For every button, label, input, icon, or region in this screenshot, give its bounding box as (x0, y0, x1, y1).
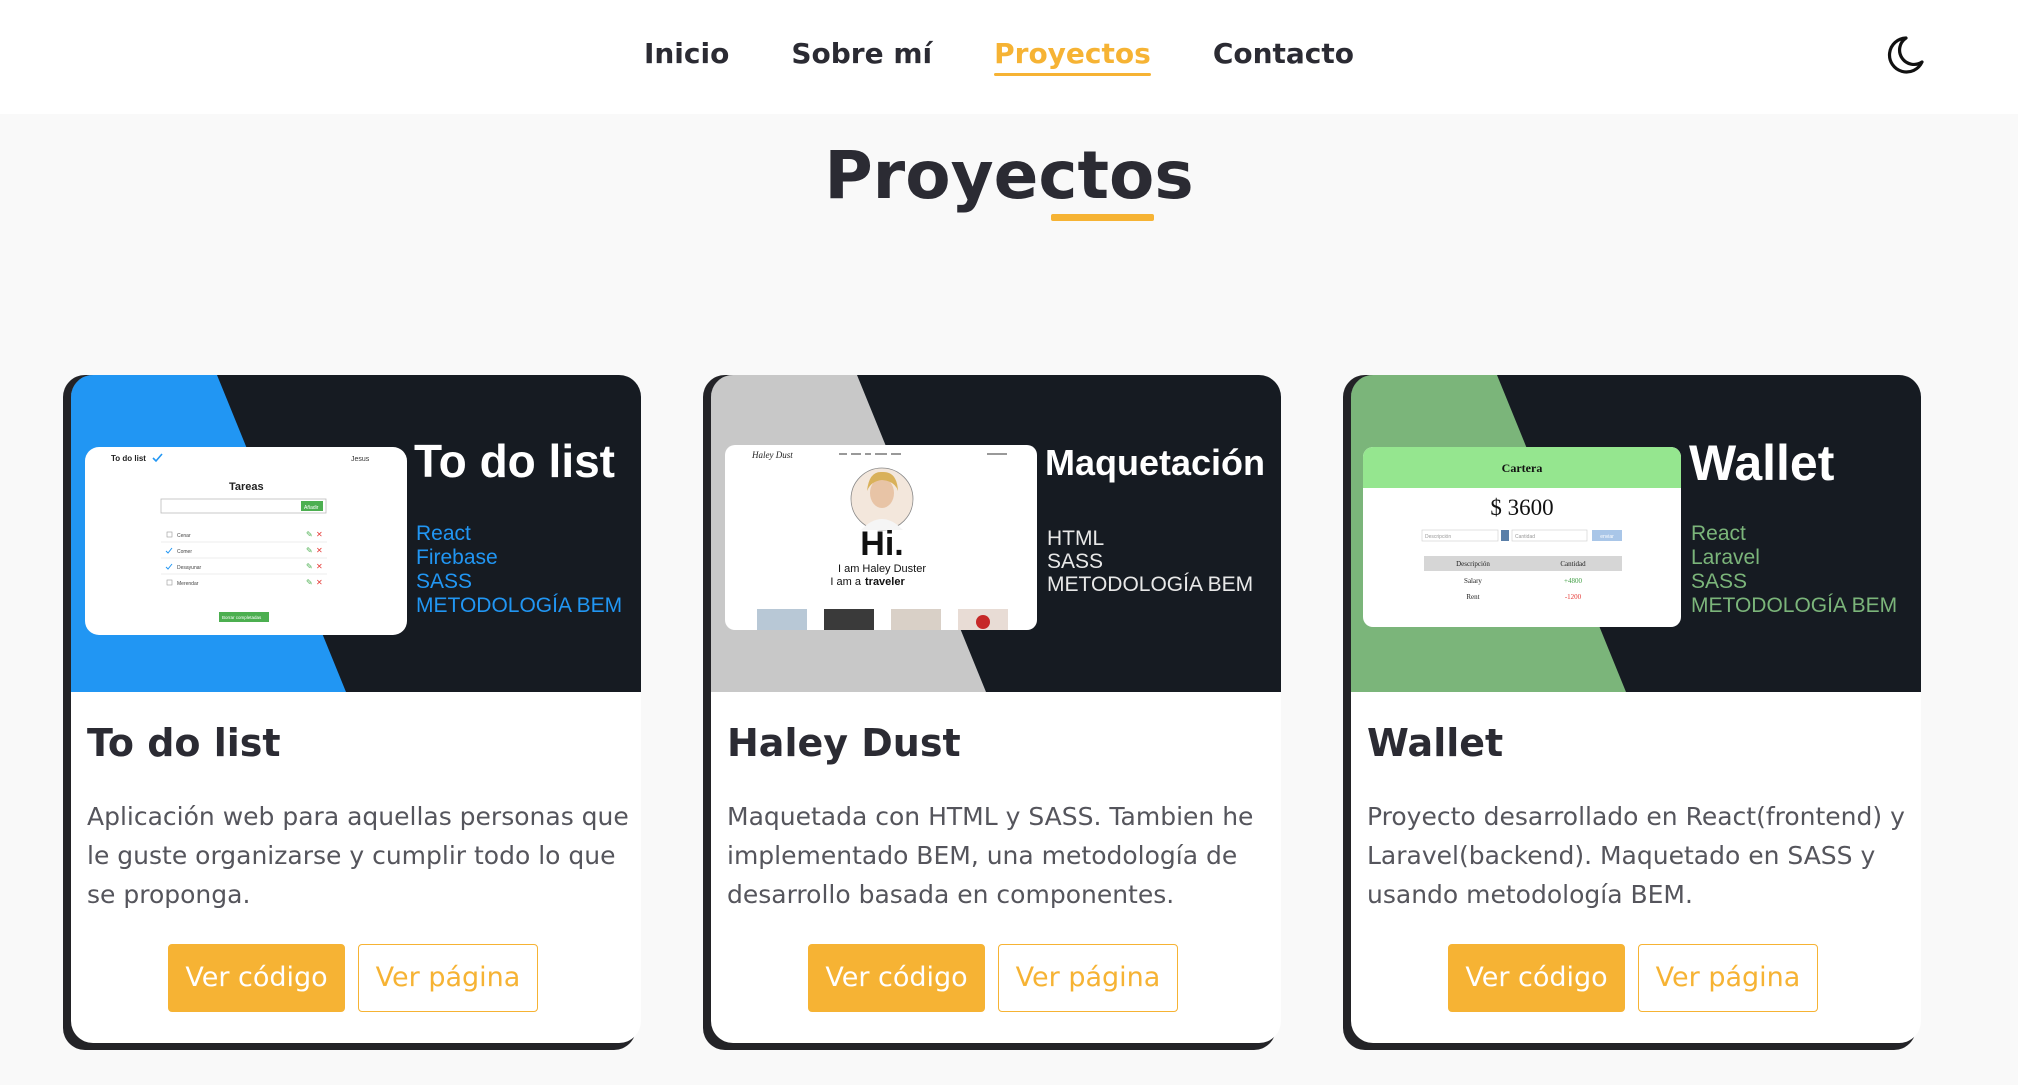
svg-text:✎: ✎ (306, 578, 313, 587)
svg-text:enviar: enviar (1600, 534, 1614, 540)
svg-text:METODOLOGÍA BEM: METODOLOGÍA BEM (1691, 594, 1897, 617)
svg-text:Descripción: Descripción (1425, 534, 1451, 540)
nav-link-sobre-mi[interactable]: Sobre mí (791, 34, 932, 74)
svg-text:METODOLOGÍA BEM: METODOLOGÍA BEM (416, 594, 622, 617)
svg-text:✕: ✕ (316, 530, 323, 539)
card-title: To do list (87, 721, 281, 765)
svg-text:Hi.: Hi. (860, 525, 903, 563)
svg-text:-1200: -1200 (1565, 593, 1582, 601)
svg-text:+4800: +4800 (1564, 577, 1582, 585)
project-card-todo: To do list Jesus Tareas Añadir Cenar ✎ ✕ … (71, 375, 641, 1043)
svg-text:SASS: SASS (416, 570, 472, 593)
thumbnail-heading: Wallet (1689, 435, 1835, 491)
svg-text:Comer: Comer (177, 549, 192, 555)
svg-text:Firebase: Firebase (416, 546, 498, 569)
svg-text:Cartera: Cartera (1502, 461, 1543, 475)
nav-link-contacto[interactable]: Contacto (1213, 34, 1354, 74)
project-thumbnail: Cartera $ 3600 Descripción Cantidad envi… (1351, 375, 1921, 692)
svg-text:HTML: HTML (1047, 527, 1104, 550)
svg-text:Tareas: Tareas (229, 481, 264, 493)
svg-text:✕: ✕ (316, 578, 323, 587)
svg-text:React: React (416, 522, 471, 545)
project-thumbnail: To do list Jesus Tareas Añadir Cenar ✎ ✕ … (71, 375, 641, 692)
svg-text:Salary: Salary (1464, 577, 1482, 585)
wallet-app-mockup: Cartera $ 3600 Descripción Cantidad envi… (1363, 447, 1681, 627)
svg-text:✎: ✎ (306, 546, 313, 555)
view-page-button[interactable]: Ver página (998, 944, 1178, 1012)
card-title: Haley Dust (727, 721, 961, 765)
svg-text:SASS: SASS (1047, 550, 1103, 573)
card-description: Maquetada con HTML y SASS. Tambien he im… (727, 802, 1254, 909)
svg-text:✎: ✎ (306, 562, 313, 571)
svg-text:Laravel: Laravel (1691, 546, 1760, 569)
card-title: Wallet (1367, 721, 1504, 765)
view-code-button[interactable]: Ver código (808, 944, 985, 1012)
section-title: Proyectos (824, 137, 1194, 214)
svg-text:$ 3600: $ 3600 (1490, 495, 1553, 520)
project-card-wallet: Cartera $ 3600 Descripción Cantidad envi… (1351, 375, 1921, 1043)
view-page-button[interactable]: Ver página (1638, 944, 1818, 1012)
thumbnail-heading: Maquetación (1045, 442, 1265, 483)
svg-text:React: React (1691, 522, 1746, 545)
todo-app-mockup: To do list Jesus Tareas Añadir Cenar ✎ ✕ … (85, 447, 407, 635)
svg-text:SASS: SASS (1691, 570, 1747, 593)
svg-text:I am Haley Duster: I am Haley Duster (838, 563, 926, 575)
svg-text:METODOLOGÍA BEM: METODOLOGÍA BEM (1047, 573, 1253, 596)
project-thumbnail: Haley Dust Hi. I am Haley Duster I am a … (711, 375, 1281, 692)
svg-text:Cantidad: Cantidad (1560, 560, 1586, 568)
svg-text:Cantidad: Cantidad (1515, 534, 1535, 540)
card-description: Aplicación web para aquellas personas qu… (87, 802, 629, 909)
svg-text:To do list: To do list (111, 454, 146, 463)
svg-text:Jesus: Jesus (351, 456, 370, 463)
svg-text:Haley Dust: Haley Dust (751, 450, 793, 460)
nav-link-inicio[interactable]: Inicio (644, 34, 729, 74)
project-card-haley-dust: Haley Dust Hi. I am Haley Duster I am a … (711, 375, 1281, 1043)
svg-text:Merendar: Merendar (177, 581, 199, 587)
portfolio-mockup: Haley Dust Hi. I am Haley Duster I am a … (725, 445, 1037, 630)
svg-text:Rent: Rent (1466, 593, 1479, 601)
moon-icon[interactable] (1878, 30, 1928, 80)
nav-link-proyectos[interactable]: Proyectos (994, 34, 1151, 76)
view-code-button[interactable]: Ver código (168, 944, 345, 1012)
svg-text:✕: ✕ (316, 546, 323, 555)
svg-text:traveler: traveler (865, 576, 905, 588)
svg-text:Borrar completadas: Borrar completadas (222, 615, 262, 620)
view-page-button[interactable]: Ver página (358, 944, 538, 1012)
svg-text:Desayunar: Desayunar (177, 565, 202, 571)
svg-text:Descripción: Descripción (1456, 560, 1490, 568)
nav-links: Inicio Sobre mí Proyectos Contacto (0, 34, 2018, 76)
thumbnail-heading: To do list (414, 435, 615, 487)
svg-text:Añadir: Añadir (304, 505, 319, 511)
svg-text:Cenar: Cenar (177, 533, 191, 539)
view-code-button[interactable]: Ver código (1448, 944, 1625, 1012)
svg-text:I am a: I am a (830, 576, 861, 588)
svg-text:✕: ✕ (316, 562, 323, 571)
title-underline (1051, 214, 1154, 221)
navbar: Inicio Sobre mí Proyectos Contacto (0, 0, 2018, 114)
card-description: Proyecto desarrollado en React(frontend)… (1367, 802, 1905, 909)
svg-text:✎: ✎ (306, 530, 313, 539)
